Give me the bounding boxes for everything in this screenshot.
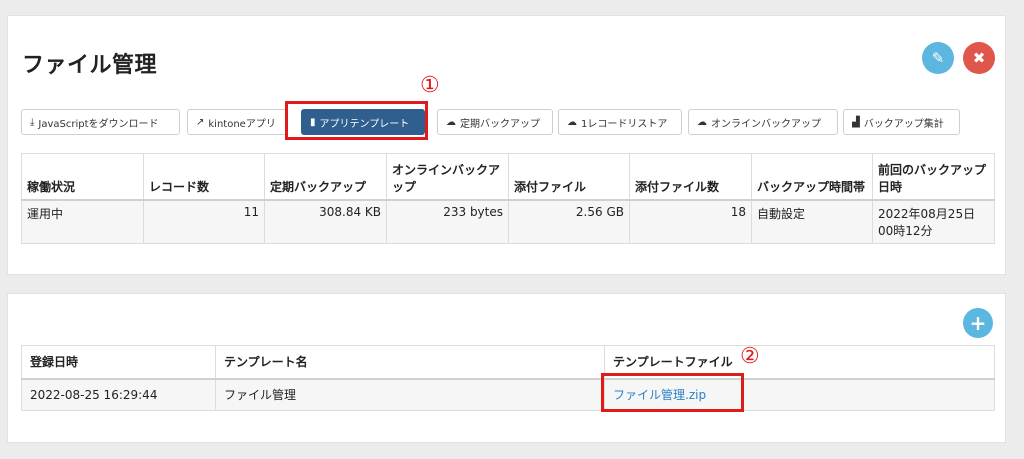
file-icon: ▮ <box>310 116 316 128</box>
cell-record-count: 11 <box>143 199 265 244</box>
header-backup-time-slot: バックアップ時間帯 <box>751 153 873 201</box>
header-online-backup: オンラインバックアップ <box>386 153 509 201</box>
header-record-count: レコード数 <box>143 153 265 201</box>
header-attachments: 添付ファイル <box>508 153 630 201</box>
page-title: ファイル管理 <box>22 53 158 78</box>
status-table: 稼働状況 レコード数 定期バックアップ オンラインバックアップ 添付ファイル 添… <box>21 153 995 244</box>
scheduled-backup-button[interactable]: ☁ 定期バックアップ <box>437 109 553 135</box>
edit-button[interactable]: ✎ <box>922 42 954 74</box>
table-row: 2022-08-25 16:29:44 ファイル管理 ファイル管理.zip <box>21 378 995 411</box>
kintone-app-button[interactable]: ↗ kintoneアプリ <box>187 109 288 135</box>
table-header-row: 登録日時 テンプレート名 テンプレートファイル <box>21 345 995 380</box>
header-last-backup: 前回のバックアップ日時 <box>872 153 995 201</box>
header-template-file: テンプレートファイル <box>604 345 995 380</box>
template-file-link[interactable]: ファイル管理.zip <box>613 388 706 402</box>
cell-scheduled-backup: 308.84 KB <box>264 199 387 244</box>
add-template-button[interactable]: + <box>963 308 993 338</box>
header-registered-at: 登録日時 <box>21 345 216 380</box>
download-javascript-button[interactable]: ⤓ JavaScriptをダウンロード <box>21 109 180 135</box>
cell-online-backup: 233 bytes <box>386 199 509 244</box>
cell-template-name: ファイル管理 <box>215 378 605 411</box>
callout-number-2: ② <box>740 344 760 369</box>
table-row: 運用中 11 308.84 KB 233 bytes 2.56 GB 18 自動… <box>21 199 995 244</box>
download-icon: ⤓ <box>30 116 35 128</box>
backup-summary-button[interactable]: ▟ バックアップ集計 <box>843 109 960 135</box>
cloud-icon: ☁ <box>446 116 456 128</box>
cell-registered-at: 2022-08-25 16:29:44 <box>21 378 216 411</box>
external-link-icon: ↗ <box>196 116 205 128</box>
bar-chart-icon: ▟ <box>852 116 860 128</box>
plus-icon: + <box>969 311 987 335</box>
header-scheduled-backup: 定期バックアップ <box>264 153 387 201</box>
cell-attachment-count: 18 <box>629 199 752 244</box>
delete-button[interactable]: ✖ <box>963 42 995 74</box>
cell-attachments: 2.56 GB <box>508 199 630 244</box>
online-backup-button[interactable]: ☁ オンラインバックアップ <box>688 109 838 135</box>
cell-template-file: ファイル管理.zip <box>604 378 995 411</box>
table-header-row: 稼働状況 レコード数 定期バックアップ オンラインバックアップ 添付ファイル 添… <box>21 153 995 201</box>
callout-number-1: ① <box>420 73 440 98</box>
cloud-icon: ☁ <box>567 116 577 128</box>
one-record-restore-button[interactable]: ☁ 1レコードリストア <box>558 109 682 135</box>
close-icon: ✖ <box>972 49 986 67</box>
cell-backup-time-slot: 自動設定 <box>751 199 873 244</box>
header-template-name: テンプレート名 <box>215 345 605 380</box>
template-table: 登録日時 テンプレート名 テンプレートファイル 2022-08-25 16:29… <box>21 345 995 411</box>
cell-last-backup: 2022年08月25日00時12分 <box>872 199 995 244</box>
template-panel: + 登録日時 テンプレート名 テンプレートファイル 2022-08-25 16:… <box>7 293 1006 443</box>
file-management-panel: ファイル管理 ✎ ✖ ⤓ JavaScriptをダウンロード ↗ kintoneアプ… <box>7 15 1006 275</box>
header-attachment-count: 添付ファイル数 <box>629 153 752 201</box>
cell-operation-status: 運用中 <box>21 199 144 244</box>
pencil-icon: ✎ <box>931 49 945 67</box>
app-template-button[interactable]: ▮ アプリテンプレート <box>301 109 425 135</box>
header-operation-status: 稼働状況 <box>21 153 144 201</box>
cloud-icon: ☁ <box>697 116 707 128</box>
